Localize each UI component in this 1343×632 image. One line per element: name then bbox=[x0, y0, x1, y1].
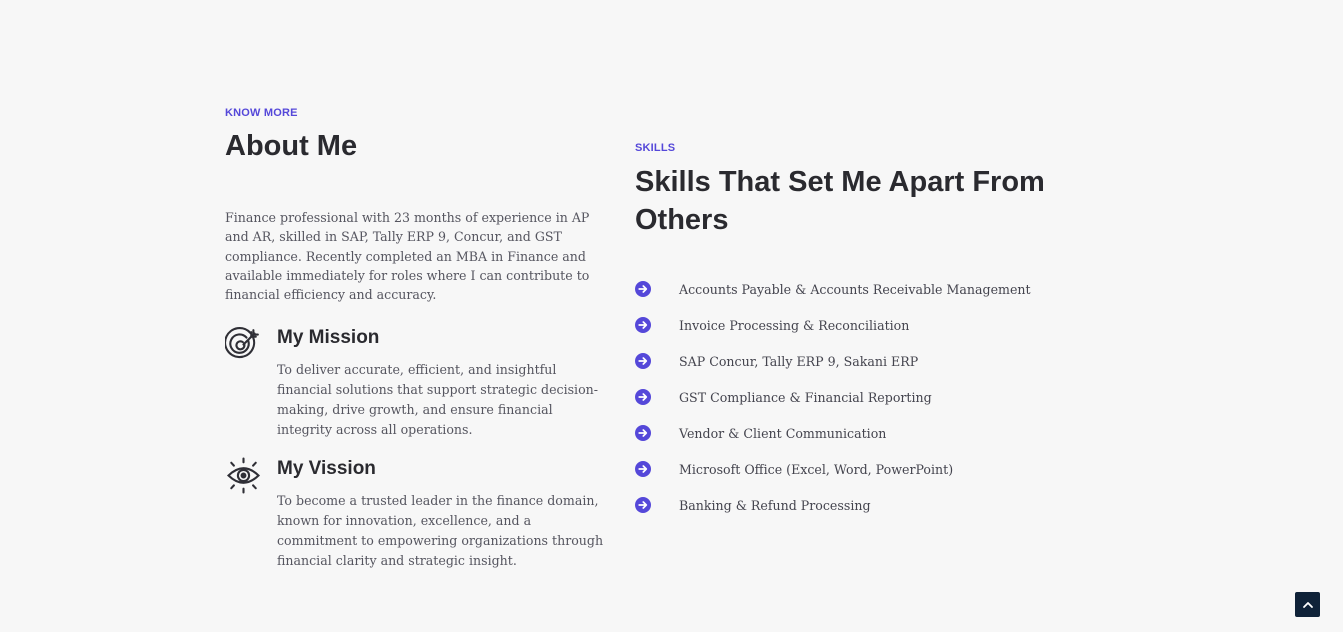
vision-text: To become a trusted leader in the financ… bbox=[277, 493, 604, 569]
skill-label: GST Compliance & Financial Reporting bbox=[679, 389, 932, 405]
skill-item: Microsoft Office (Excel, Word, PowerPoin… bbox=[635, 451, 1105, 487]
target-icon bbox=[224, 326, 262, 363]
about-title: About Me bbox=[225, 130, 358, 162]
skill-item: Vendor & Client Communication bbox=[635, 415, 1105, 451]
eye-icon bbox=[225, 457, 262, 495]
about-eyebrow: KNOW MORE bbox=[225, 107, 298, 119]
arrow-right-circle-icon bbox=[635, 353, 651, 369]
about-section: KNOW MORE About Me Finance professional … bbox=[224, 106, 610, 571]
chevron-up-icon bbox=[1302, 601, 1313, 608]
skills-eyebrow: SKILLS bbox=[635, 142, 676, 154]
mission-title: My Mission bbox=[277, 327, 380, 349]
mission-block: My Mission To deliver accurate, efficien… bbox=[224, 326, 610, 440]
arrow-right-circle-icon bbox=[635, 461, 651, 477]
skill-label: Vendor & Client Communication bbox=[679, 425, 887, 441]
skill-label: SAP Concur, Tally ERP 9, Sakani ERP bbox=[679, 353, 919, 369]
skill-label: Invoice Processing & Reconciliation bbox=[679, 317, 910, 333]
about-description: Finance professional with 23 months of e… bbox=[225, 210, 590, 303]
back-to-top-button[interactable] bbox=[1295, 592, 1320, 617]
vision-block: My Vission To become a trusted leader in… bbox=[225, 457, 610, 571]
arrow-right-circle-icon bbox=[635, 281, 651, 297]
skills-title: Skills That Set Me Apart From Others bbox=[635, 166, 1045, 236]
skills-list: Accounts Payable & Accounts Receivable M… bbox=[635, 271, 1105, 523]
skill-label: Banking & Refund Processing bbox=[679, 497, 871, 513]
skill-item: GST Compliance & Financial Reporting bbox=[635, 379, 1105, 415]
skill-item: Banking & Refund Processing bbox=[635, 487, 1105, 523]
skill-item: Invoice Processing & Reconciliation bbox=[635, 307, 1105, 343]
arrow-right-circle-icon bbox=[635, 425, 651, 441]
vision-title: My Vission bbox=[277, 458, 376, 480]
skills-section: SKILLS Skills That Set Me Apart From Oth… bbox=[635, 141, 1105, 523]
arrow-right-circle-icon bbox=[635, 389, 651, 405]
skill-item: Accounts Payable & Accounts Receivable M… bbox=[635, 271, 1105, 307]
skill-item: SAP Concur, Tally ERP 9, Sakani ERP bbox=[635, 343, 1105, 379]
skill-label: Microsoft Office (Excel, Word, PowerPoin… bbox=[679, 461, 954, 477]
skill-label: Accounts Payable & Accounts Receivable M… bbox=[679, 281, 1031, 297]
mission-text: To deliver accurate, efficient, and insi… bbox=[277, 362, 599, 438]
arrow-right-circle-icon bbox=[635, 497, 651, 513]
arrow-right-circle-icon bbox=[635, 317, 651, 333]
